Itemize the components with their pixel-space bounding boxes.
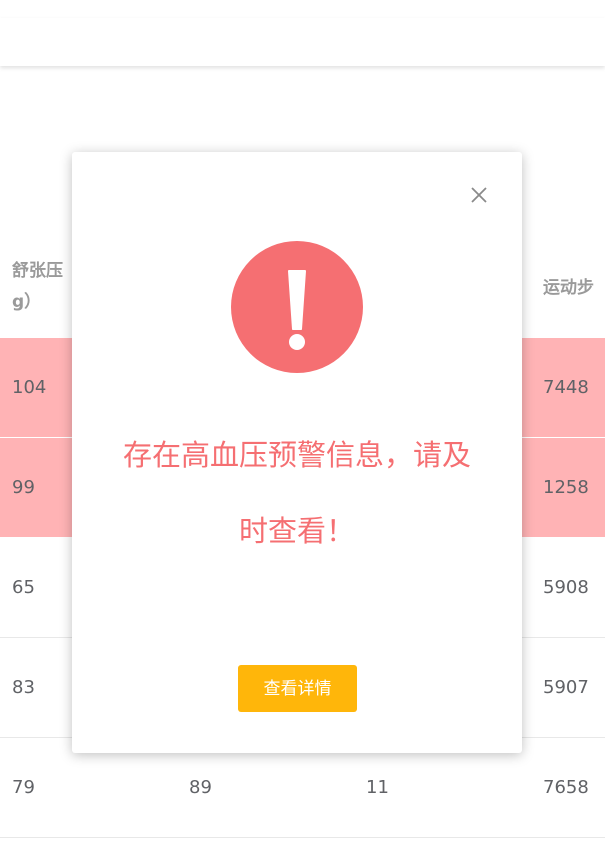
warning-message: 存在高血压预警信息，请及 时查看！ [102,417,492,569]
exclamation-icon [231,241,363,373]
modal-overlay: 存在高血压预警信息，请及 时查看！ 查看详情 [0,0,605,849]
view-details-button[interactable]: 查看详情 [238,665,357,712]
warning-message-line1: 存在高血压预警信息，请及 [122,438,471,472]
close-icon[interactable] [468,184,490,206]
warning-message-line2: 时查看！ [238,514,355,548]
warning-dialog: 存在高血压预警信息，请及 时查看！ 查看详情 [72,152,522,753]
